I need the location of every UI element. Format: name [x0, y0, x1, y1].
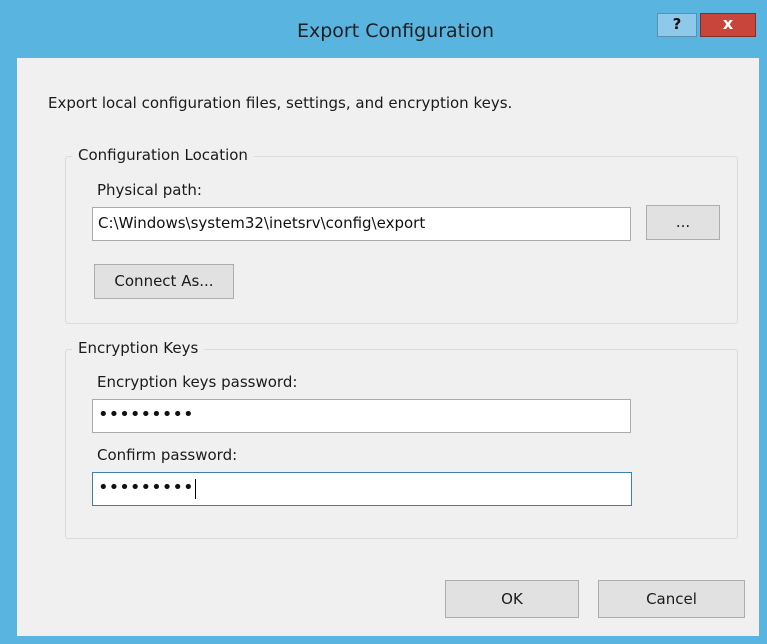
encryption-password-mask: ••••••••• [98, 404, 194, 425]
encryption-password-label: Encryption keys password: [97, 373, 298, 391]
browse-button[interactable]: ... [646, 205, 720, 240]
confirm-password-input[interactable]: ••••••••• [92, 472, 632, 506]
physical-path-label: Physical path: [97, 181, 202, 199]
cancel-button[interactable]: Cancel [598, 580, 745, 618]
ok-button[interactable]: OK [445, 580, 579, 618]
dialog-description: Export local configuration files, settin… [48, 94, 513, 112]
help-button[interactable]: ? [657, 13, 697, 37]
close-button[interactable]: x [700, 13, 756, 37]
encryption-password-input[interactable]: ••••••••• [92, 399, 631, 433]
confirm-password-mask: ••••••••• [98, 477, 194, 498]
text-caret [194, 478, 196, 499]
physical-path-input[interactable]: C:\Windows\system32\inetsrv\config\expor… [92, 207, 631, 241]
confirm-password-label: Confirm password: [97, 446, 238, 464]
encryption-keys-legend: Encryption Keys [72, 339, 205, 357]
connect-as-button[interactable]: Connect As... [94, 264, 234, 299]
export-configuration-dialog: Export Configuration ? x Export local co… [0, 0, 767, 644]
dialog-title: Export Configuration [296, 20, 495, 42]
configuration-location-legend: Configuration Location [72, 146, 254, 164]
title-bar[interactable]: Export Configuration ? x [0, 0, 767, 58]
